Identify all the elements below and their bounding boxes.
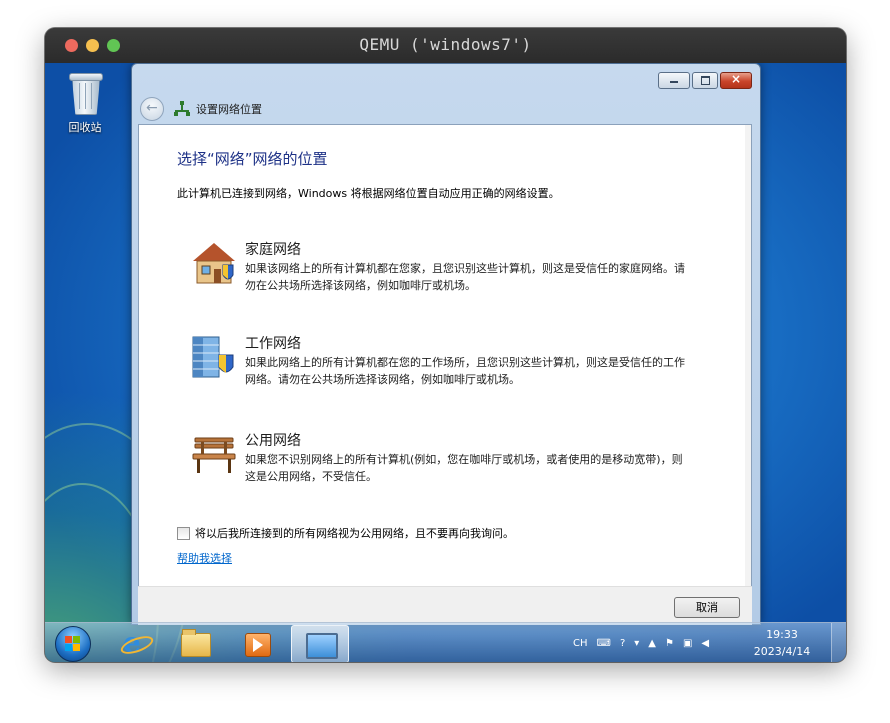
cancel-button[interactable]: 取消 bbox=[674, 597, 740, 618]
recycle-bin-icon bbox=[68, 71, 103, 115]
page-heading: 选择“网络”网络的位置 bbox=[177, 150, 328, 168]
treat-all-public-checkbox[interactable] bbox=[177, 526, 190, 540]
recycle-bin-shortcut[interactable]: 回收站 bbox=[55, 71, 115, 135]
taskbar-media-player[interactable] bbox=[229, 625, 285, 661]
action-center-flag-icon[interactable]: ⚑ bbox=[665, 638, 674, 649]
system-tray: CH ⌨ ? ▾ ▲ ⚑ ▣ ◀ bbox=[573, 623, 718, 662]
internet-explorer-icon: e bbox=[118, 626, 156, 659]
maximize-icon bbox=[701, 76, 710, 85]
close-button[interactable]: × bbox=[720, 72, 752, 89]
qemu-window: QEMU ('windows7') 回收站 × ← 设置网络位置 选择“网络”网… bbox=[45, 28, 846, 662]
dialog-footer: 取消 bbox=[138, 586, 752, 625]
work-network-description: 如果此网络上的所有计算机都在您的工作场所，且您识别这些计算机，则这是受信任的工作… bbox=[245, 356, 685, 386]
folder-icon bbox=[181, 629, 211, 657]
home-network-description: 如果该网络上的所有计算机都在您家，且您识别这些计算机，则这是受信任的家庭网络。请… bbox=[245, 262, 685, 292]
minimize-button[interactable] bbox=[658, 72, 690, 89]
work-network-icon bbox=[192, 336, 234, 378]
show-hidden-icons-icon[interactable]: ▲ bbox=[648, 638, 656, 649]
public-network-description: 如果您不识别网络上的所有计算机(例如，您在咖啡厅或机场，或者使用的是移动宽带)，… bbox=[245, 453, 683, 483]
volume-muted-icon[interactable]: ◀ bbox=[701, 638, 709, 649]
public-network-icon bbox=[192, 437, 236, 473]
home-network-title: 家庭网络 bbox=[245, 242, 301, 258]
keyboard-icon[interactable]: ⌨ bbox=[597, 638, 611, 649]
back-button[interactable]: ← bbox=[140, 97, 164, 121]
window-controls: × bbox=[656, 72, 752, 89]
start-button[interactable] bbox=[55, 626, 91, 662]
scrollbar[interactable] bbox=[745, 125, 751, 587]
home-network-option[interactable]: 家庭网络 如果该网络上的所有计算机都在您家，且您识别这些计算机，则这是受信任的家… bbox=[189, 239, 685, 309]
clock[interactable]: 19:33 2023/4/14 bbox=[751, 626, 813, 660]
qemu-window-title: QEMU ('windows7') bbox=[359, 35, 532, 54]
windows-logo-icon bbox=[65, 636, 81, 652]
treat-all-public-row[interactable]: 将以后我所连接到的所有网络视为公用网络，且不要再向我询问。 bbox=[177, 525, 514, 541]
maximize-button[interactable] bbox=[692, 72, 718, 89]
minimize-icon bbox=[670, 81, 678, 83]
taskbar-internet-explorer[interactable]: e bbox=[107, 625, 163, 661]
public-network-title: 公用网络 bbox=[245, 433, 301, 449]
dialog-header: ← 设置网络位置 bbox=[140, 96, 262, 122]
show-desktop-button[interactable] bbox=[831, 623, 846, 662]
taskbar-control-panel[interactable] bbox=[291, 625, 349, 662]
recycle-bin-label: 回收站 bbox=[68, 121, 102, 134]
taskbar: e CH ⌨ ? ▾ ▲ ⚑ ▣ ◀ 19:33 2023/4/14 bbox=[45, 622, 846, 662]
network-tray-icon[interactable]: ▣ bbox=[683, 638, 692, 649]
page-description: 此计算机已连接到网络，Windows 将根据网络位置自动应用正确的网络设置。 bbox=[177, 187, 560, 200]
control-panel-icon bbox=[306, 633, 338, 659]
help-me-choose-link[interactable]: 帮助我选择 bbox=[177, 550, 232, 566]
taskbar-file-explorer[interactable] bbox=[167, 625, 223, 661]
work-network-option[interactable]: 工作网络 如果此网络上的所有计算机都在您的工作场所，且您识别这些计算机，则这是受… bbox=[189, 333, 685, 403]
media-player-icon bbox=[245, 633, 271, 657]
network-icon bbox=[174, 101, 190, 117]
public-network-option[interactable]: 公用网络 如果您不识别网络上的所有计算机(例如，您在咖啡厅或机场，或者使用的是移… bbox=[189, 430, 683, 500]
language-indicator[interactable]: CH bbox=[573, 638, 588, 649]
work-network-title: 工作网络 bbox=[245, 336, 301, 352]
clock-time: 19:33 bbox=[766, 628, 798, 641]
home-network-icon bbox=[193, 243, 235, 284]
help-icon[interactable]: ? bbox=[620, 638, 625, 649]
close-icon: × bbox=[730, 72, 742, 86]
set-network-location-dialog: × ← 设置网络位置 选择“网络”网络的位置 此计算机已连接到网络，Window… bbox=[131, 63, 761, 625]
ime-options-icon[interactable]: ▾ bbox=[634, 638, 639, 649]
windows-desktop: 回收站 × ← 设置网络位置 选择“网络”网络的位置 此计算机已连接到网络，Wi… bbox=[45, 63, 846, 662]
qemu-titlebar: QEMU ('windows7') bbox=[45, 28, 846, 63]
treat-all-public-label[interactable]: 将以后我所连接到的所有网络视为公用网络，且不要再向我询问。 bbox=[195, 525, 514, 541]
dialog-content: 选择“网络”网络的位置 此计算机已连接到网络，Windows 将根据网络位置自动… bbox=[138, 124, 752, 588]
clock-date: 2023/4/14 bbox=[753, 645, 811, 658]
back-arrow-icon: ← bbox=[146, 100, 158, 116]
dialog-title: 设置网络位置 bbox=[196, 103, 262, 116]
